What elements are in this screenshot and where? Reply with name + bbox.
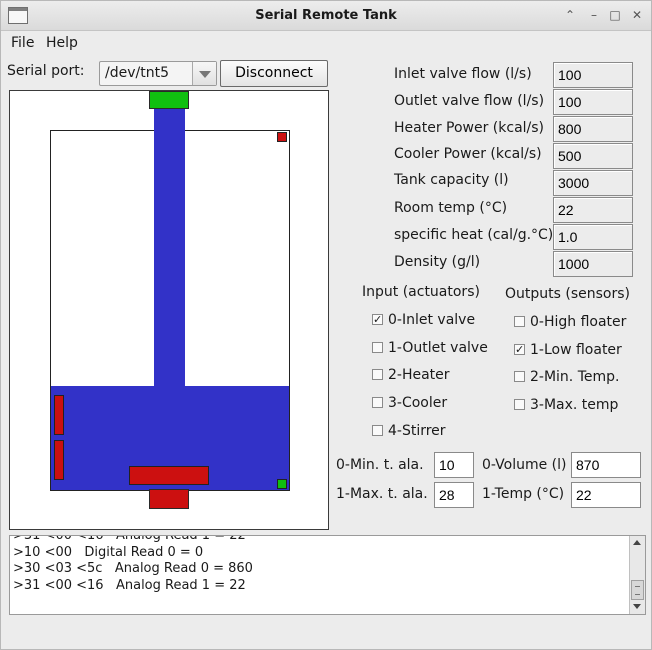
specific-heat-field[interactable] [553,224,633,250]
param-label: Heater Power (kcal/s) [394,120,545,136]
window-title: Serial Remote Tank [255,8,397,23]
input-checkbox-label: 3-Cooler [388,395,448,412]
log-line: >31 <00 <16 Analog Read 1 = 22 [13,577,246,593]
menu-file[interactable]: File [11,35,34,51]
menu-bar: File Help [1,32,651,54]
param-label: Outlet valve flow (l/s) [394,93,545,109]
param-label: specific heat (cal/g.°C) [394,227,554,243]
serial-log[interactable]: >31 <00 <16 Analog Read 1 = 22 >10 <00 Di… [9,535,646,615]
serial-port-label: Serial port: [7,63,85,79]
close-window-icon[interactable]: ✕ [628,7,646,24]
maximize-window-icon[interactable]: □ [606,7,624,24]
log-line: >30 <03 <5c Analog Read 0 = 860 [13,561,253,576]
input-checkbox-label: 1-Outlet valve [388,339,488,356]
minimize-window-icon[interactable]: – [585,7,603,24]
output-checkbox-label: 3-Max. temp [530,397,619,414]
volume-label: 0-Volume (l) [482,457,567,473]
checkmark-icon[interactable]: ✓ [514,343,525,355]
scroll-up-icon[interactable] [630,536,645,551]
param-label: Cooler Power (kcal/s) [394,146,542,162]
heater-power-field[interactable] [553,116,633,142]
min-alarm-field[interactable] [434,452,474,478]
input-checkbox-label: 4-Stirrer [388,422,446,439]
inlet-valve-indicator [149,91,189,109]
scroll-thumb[interactable] [631,580,644,600]
cooler-power-field[interactable] [553,143,633,169]
log-lines: >31 <00 <16 Analog Read 1 = 22 >10 <00 Di… [13,535,253,594]
tank-capacity-field[interactable] [553,170,633,196]
inputs-group-title: Input (actuators) [362,284,480,300]
inlet-flow-field[interactable] [553,62,633,88]
checkbox-box[interactable] [372,397,383,409]
temp-label: 1-Temp (°C) [482,486,565,502]
param-label: Tank capacity (l) [394,172,509,188]
checkbox-box[interactable] [372,341,383,353]
room-temp-field[interactable] [553,197,633,223]
disconnect-button[interactable]: Disconnect [220,60,328,87]
shade-window-icon[interactable]: ⌃ [561,7,579,24]
output-checkbox-label: 0-High floater [530,314,627,330]
param-label: Room temp (°C) [394,200,508,216]
param-label: Inlet valve flow (l/s) [394,66,532,82]
checkbox-box[interactable] [372,424,383,436]
checkbox-box[interactable] [372,369,383,381]
heater-element [54,395,64,435]
min-alarm-label: 0-Min. t. ala. [336,457,424,473]
status-bar [1,621,651,649]
param-label: Density (g/l) [394,254,481,270]
temp-field[interactable] [571,482,641,508]
checkbox-box[interactable] [514,371,525,383]
output-checkbox-label: 1-Low floater [530,341,622,358]
volume-field[interactable] [571,452,641,478]
log-line: >31 <00 <16 Analog Read 1 = 22 [13,535,246,543]
max-alarm-label: 1-Max. t. ala. [336,486,428,502]
main-window: Serial Remote Tank ⌃ – □ ✕ File Help Ser… [0,0,652,650]
checkmark-icon[interactable]: ✓ [372,314,383,325]
tank-canvas [9,90,329,530]
chevron-down-icon[interactable] [192,62,216,85]
menu-help[interactable]: Help [46,35,78,51]
outlet-valve-indicator [149,489,189,509]
heater-element [54,440,64,480]
title-bar[interactable]: Serial Remote Tank ⌃ – □ ✕ [1,1,651,31]
cooler-element [129,466,209,485]
scroll-down-icon[interactable] [630,599,645,614]
output-checkbox-label: 2-Min. Temp. [530,369,620,386]
low-floater-indicator [277,479,287,489]
serial-port-value: /dev/tnt5 [105,65,169,81]
checkbox-box[interactable] [514,399,525,411]
high-floater-indicator [277,132,287,142]
outputs-group-title: Outputs (sensors) [505,286,630,302]
outlet-flow-field[interactable] [553,89,633,115]
input-checkbox-label: 2-Heater [388,367,450,384]
serial-port-combobox[interactable]: /dev/tnt5 [99,61,217,86]
max-alarm-field[interactable] [434,482,474,508]
density-field[interactable] [553,251,633,277]
checkbox-box[interactable] [514,316,525,327]
input-checkbox-label: 0-Inlet valve [388,312,476,328]
log-line: >10 <00 Digital Read 0 = 0 [13,544,204,560]
inlet-water-stream [154,107,185,386]
log-scrollbar[interactable] [629,536,645,614]
